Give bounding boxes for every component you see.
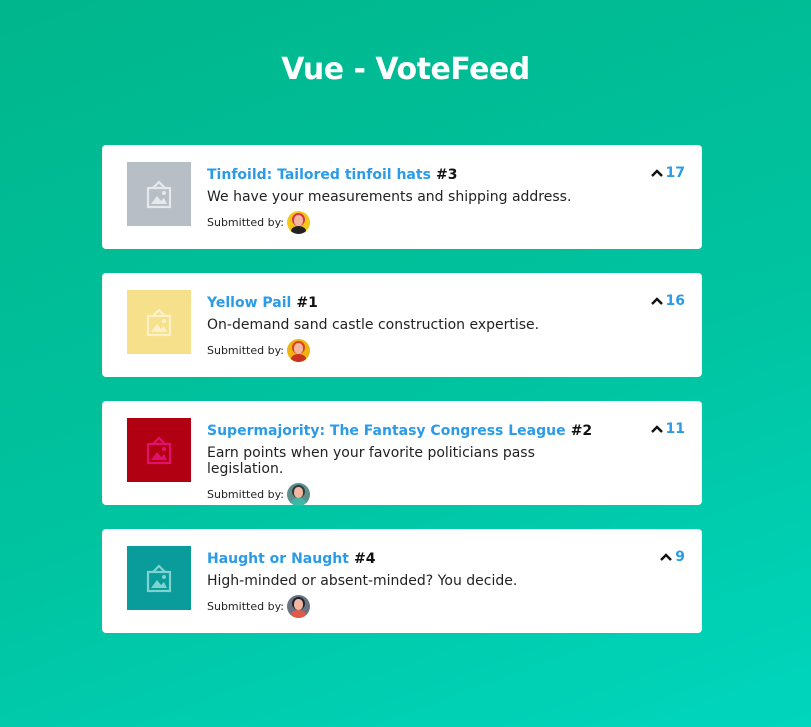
post-thumbnail [127, 546, 191, 610]
vote-count: 17 [665, 165, 685, 181]
post-thumbnail [127, 290, 191, 354]
upvote-button[interactable]: 16 [650, 293, 685, 309]
upvote-button[interactable]: 17 [650, 165, 685, 181]
image-placeholder-icon [146, 308, 172, 337]
submitted-by-label: Submitted by: [207, 344, 284, 357]
avatar [286, 483, 310, 506]
chevron-up-icon [650, 297, 663, 305]
page-title: Vue - VoteFeed [281, 52, 530, 87]
vote-count: 16 [665, 293, 685, 309]
upvote-button[interactable]: 9 [659, 549, 685, 565]
chevron-up-icon [650, 169, 663, 177]
post-description: We have your measurements and shipping a… [207, 189, 572, 205]
submitted-by-label: Submitted by: [207, 600, 284, 613]
chevron-up-icon [650, 425, 663, 433]
post-rank: #3 [436, 167, 458, 183]
image-placeholder-icon [146, 180, 172, 209]
post-thumbnail [127, 162, 191, 226]
post-card: Yellow Pail #1 On-demand sand castle con… [102, 273, 702, 377]
image-placeholder-icon [146, 436, 172, 465]
post-card: Tinfoild: Tailored tinfoil hats #3 We ha… [102, 145, 702, 249]
vote-count: 9 [675, 549, 685, 565]
post-card: Supermajority: The Fantasy Congress Leag… [102, 401, 702, 506]
post-description: On-demand sand castle construction exper… [207, 317, 540, 333]
image-placeholder-icon [146, 564, 172, 593]
post-title-link[interactable]: Haught or Naught [207, 551, 349, 567]
post-title-link[interactable]: Supermajority: The Fantasy Congress Leag… [207, 423, 566, 439]
post-rank: #1 [296, 295, 318, 311]
post-description: High-minded or absent-minded? You decide… [207, 573, 518, 589]
post-rank: #4 [354, 551, 376, 567]
avatar [286, 211, 310, 234]
upvote-button[interactable]: 11 [650, 421, 685, 437]
post-card: Haught or Naught #4 High-minded or absen… [102, 529, 702, 633]
post-description: Earn points when your favorite politicia… [207, 445, 535, 477]
post-thumbnail [127, 418, 191, 482]
post-title-link[interactable]: Yellow Pail [207, 295, 291, 311]
chevron-up-icon [660, 553, 673, 561]
avatar [286, 339, 310, 362]
post-rank: #2 [570, 423, 593, 439]
vote-count: 11 [665, 421, 685, 437]
avatar [286, 595, 310, 618]
submitted-by-label: Submitted by: [207, 488, 284, 501]
submitted-by-label: Submitted by: [207, 216, 284, 229]
post-title-link[interactable]: Tinfoild: Tailored tinfoil hats [207, 167, 431, 183]
